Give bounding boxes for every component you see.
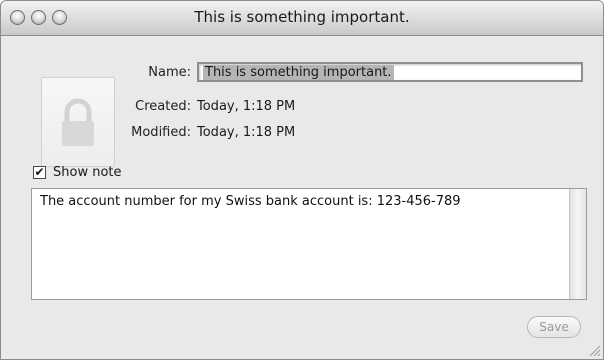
show-note-label[interactable]: Show note xyxy=(53,165,122,180)
lock-icon-well xyxy=(41,77,115,167)
note-window: This is something important. Name: This … xyxy=(0,0,604,360)
note-text[interactable]: The account number for my Swiss bank acc… xyxy=(40,194,461,209)
modified-value: Today, 1:18 PM xyxy=(197,125,296,140)
name-field[interactable]: This is something important. xyxy=(197,62,583,82)
title-bar[interactable]: This is something important. xyxy=(1,1,603,36)
checkmark-icon: ✔ xyxy=(34,165,45,179)
lock-icon xyxy=(62,98,94,146)
created-label: Created: xyxy=(135,99,191,114)
name-field-text[interactable]: This is something important. xyxy=(203,65,394,80)
created-value: Today, 1:18 PM xyxy=(197,99,296,114)
show-note-checkbox[interactable]: ✔ xyxy=(33,166,46,179)
note-textarea[interactable]: The account number for my Swiss bank acc… xyxy=(31,188,587,300)
modified-label: Modified: xyxy=(131,125,191,140)
resize-grip-icon[interactable] xyxy=(587,343,601,357)
note-scrollbar[interactable] xyxy=(569,189,586,299)
window-content: Name: This is something important. Creat… xyxy=(1,36,603,359)
save-button[interactable]: Save xyxy=(527,316,581,338)
window-title: This is something important. xyxy=(194,8,410,26)
name-label: Name: xyxy=(148,65,191,80)
